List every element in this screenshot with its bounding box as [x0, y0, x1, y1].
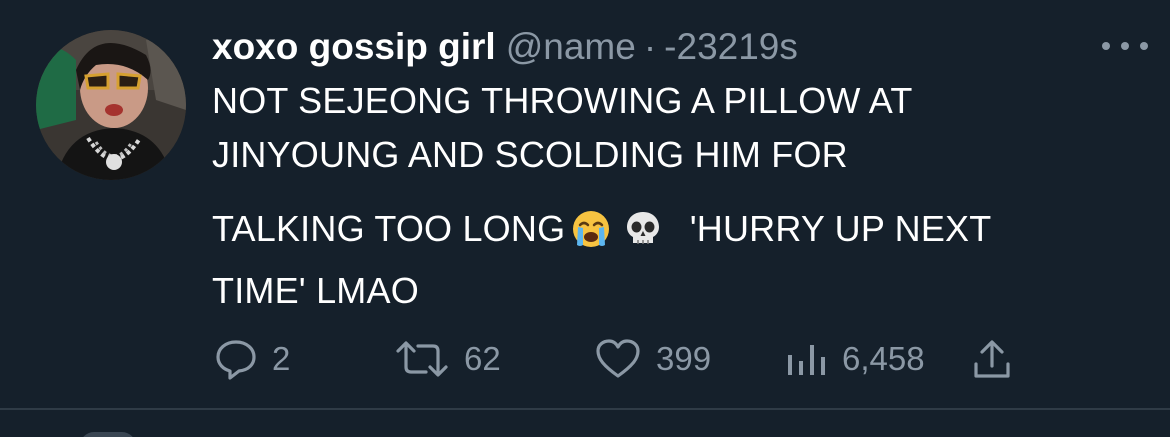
user-handle[interactable]: @name [506, 24, 636, 70]
tweet-text-line: NOT SEJEONG THROWING A PILLOW AT [212, 80, 913, 121]
tweet-text-segment: 'HURRY UP NEXT [689, 208, 992, 249]
like-icon [594, 338, 642, 380]
reply-icon [214, 338, 258, 380]
views-count: 6,458 [842, 340, 925, 377]
like-count: 399 [656, 340, 712, 377]
tweet-text-line: TIME' LMAO [212, 270, 419, 311]
retweet-button[interactable]: 62 [394, 339, 594, 379]
tweet-text-segment: TALKING TOO LONG [212, 208, 566, 249]
loudly-crying-face-emoji [571, 209, 611, 264]
timestamp[interactable]: -23219s [664, 24, 798, 70]
avatar[interactable] [36, 30, 186, 180]
tweet-actions: 2 62 399 6,458 [214, 337, 1012, 381]
display-name[interactable]: xoxo gossip girl [212, 24, 496, 70]
next-tweet-avatar[interactable] [80, 432, 136, 437]
more-dot [1102, 42, 1110, 50]
tweet-text-line: TALKING TOO LONG 'HURRY UP NEXT [212, 202, 1110, 264]
reply-count: 2 [272, 340, 291, 377]
divider [0, 408, 1170, 410]
skull-emoji [623, 209, 663, 264]
tweet-header: xoxo gossip girl @name · -23219s [212, 24, 1110, 70]
reply-button[interactable]: 2 [214, 338, 394, 380]
more-dot [1121, 42, 1129, 50]
more-dot [1140, 42, 1148, 50]
like-button[interactable]: 399 [594, 338, 784, 380]
share-button[interactable] [972, 338, 1012, 380]
tweet-text: NOT SEJEONG THROWING A PILLOW AT JINYOUN… [212, 74, 1110, 318]
tweet-card[interactable]: xoxo gossip girl @name · -23219s NOT SEJ… [0, 0, 1170, 437]
tweet-content: xoxo gossip girl @name · -23219s NOT SEJ… [212, 24, 1110, 318]
views-button[interactable]: 6,458 [784, 339, 972, 379]
more-icon[interactable] [1102, 34, 1148, 58]
retweet-count: 62 [464, 340, 501, 377]
separator-dot: · [643, 26, 657, 67]
retweet-icon [394, 339, 450, 379]
share-icon [972, 338, 1012, 380]
views-icon [784, 339, 828, 379]
tweet-text-line: JINYOUNG AND SCOLDING HIM FOR [212, 134, 848, 175]
